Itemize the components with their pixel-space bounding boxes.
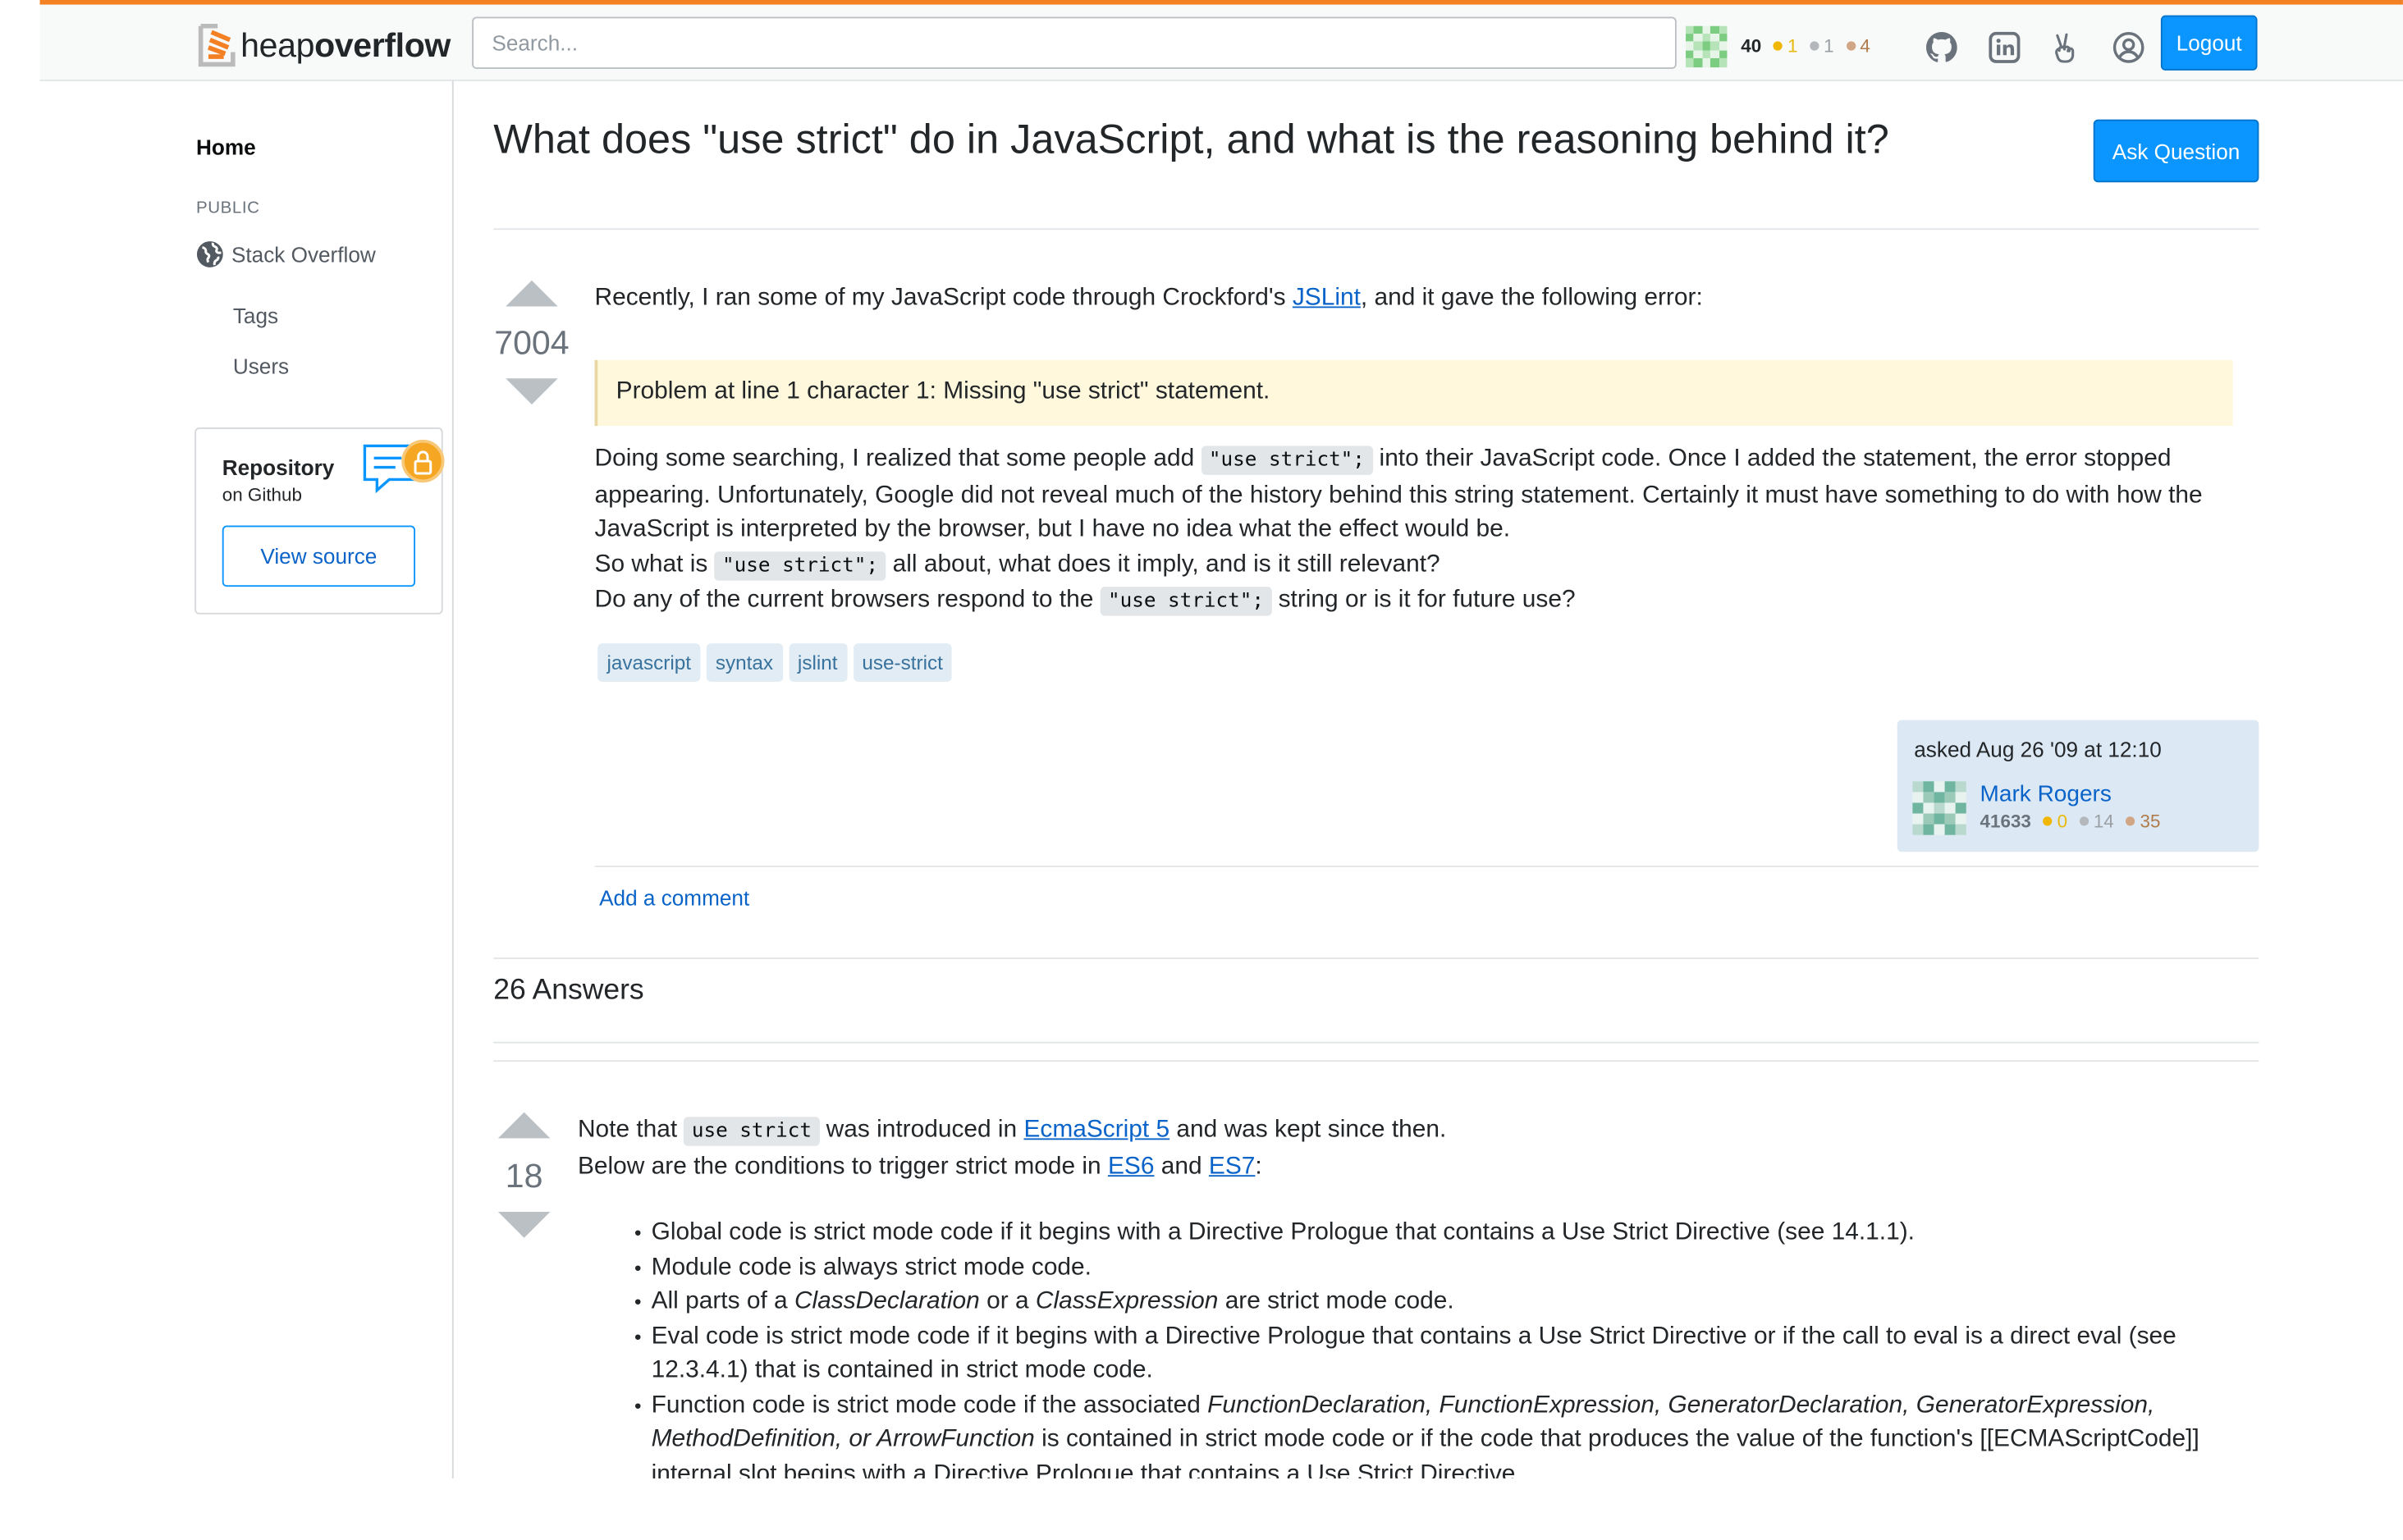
top-bar: heapoverflow 40 1 1 4 <box>39 0 2403 81</box>
nav-stack-overflow[interactable]: Stack Overflow <box>196 240 376 268</box>
user-avatar[interactable] <box>1686 25 1728 67</box>
logout-button[interactable]: Logout <box>2160 15 2258 71</box>
answer-vote-cell: 18 <box>493 1112 555 1238</box>
question-body: Doing some searching, I realized that so… <box>595 443 2250 620</box>
list-item: Function code is strict mode code if the… <box>634 1389 2237 1492</box>
nav-home[interactable]: Home <box>196 135 256 159</box>
nav-tags[interactable]: Tags <box>233 304 278 328</box>
user-circle-icon[interactable] <box>2112 30 2145 64</box>
owner-bronze-badges: 35 <box>2126 811 2160 832</box>
tag-jslint[interactable]: jslint <box>788 643 847 682</box>
question-paragraph: Doing some searching, I realized that so… <box>594 446 2203 543</box>
left-sidebar: Home PUBLIC Stack Overflow Tags Users Re… <box>40 80 454 1478</box>
page: heapoverflow 40 1 1 4 <box>0 0 2403 1540</box>
list-item: All parts of a ClassDeclaration or a Cla… <box>634 1286 2237 1320</box>
view-source-button[interactable]: View source <box>222 525 416 587</box>
divider <box>493 228 2259 231</box>
github-icon[interactable] <box>1925 30 1958 64</box>
inline-code: use strict <box>684 1117 820 1146</box>
inline-code: "use strict"; <box>714 551 886 580</box>
silver-badge-count: 1 <box>1810 35 1834 57</box>
answers-count-heading: 26 Answers <box>493 974 644 1007</box>
question-owner-card: asked Aug 26 '09 at 12:10 Mark Rogers 41… <box>1897 720 2259 852</box>
list-item: Global code is strict mode code if it be… <box>634 1217 2237 1251</box>
owner-silver-badges: 14 <box>2080 811 2114 832</box>
inline-code: "use strict"; <box>1201 446 1373 475</box>
divider <box>493 1041 2259 1044</box>
repository-card: Repository on Github View source <box>195 427 445 615</box>
answer-upvote-button[interactable] <box>497 1112 551 1139</box>
ask-question-button[interactable]: Ask Question <box>2093 119 2259 183</box>
question-vote-cell: 7004 <box>493 280 570 404</box>
question-title[interactable]: What does "use strict" do in JavaScript,… <box>493 117 1888 164</box>
list-item: Eval code is strict mode code if it begi… <box>634 1320 2237 1389</box>
repository-title: Repository <box>222 455 335 480</box>
question-paragraph: Do any of the current browsers respond t… <box>595 583 2250 619</box>
ecmascript5-link[interactable]: EcmaScript 5 <box>1023 1117 1169 1143</box>
list-item: Module code is always strict mode code. <box>634 1251 2237 1286</box>
question-intro: Recently, I ran some of my JavaScript co… <box>594 285 1703 312</box>
upvote-button[interactable] <box>506 280 558 307</box>
inline-code: "use strict"; <box>1100 587 1272 616</box>
asked-timestamp: asked Aug 26 '09 at 12:10 <box>1914 737 2162 762</box>
user-summary[interactable]: 40 1 1 4 <box>1686 25 1870 67</box>
repository-illustration-icon <box>363 439 445 494</box>
downvote-button[interactable] <box>506 378 558 404</box>
es6-link[interactable]: ES6 <box>1108 1153 1154 1179</box>
search-input[interactable] <box>472 16 1677 70</box>
globe-icon <box>196 241 223 267</box>
answer-downvote-button[interactable] <box>497 1212 551 1238</box>
logo-text: heapoverflow <box>240 25 451 65</box>
repository-subtitle: on Github <box>222 484 302 506</box>
es7-link[interactable]: ES7 <box>1209 1153 1255 1179</box>
hand-peace-icon[interactable] <box>2049 30 2083 64</box>
owner-stats: 41633 0 14 35 <box>1980 811 2161 832</box>
bronze-badge-count: 4 <box>1846 35 1870 57</box>
divider <box>594 866 2259 867</box>
divider <box>493 957 2259 959</box>
answer-paragraph: Below are the conditions to trigger stri… <box>577 1153 1262 1179</box>
bottom-crop <box>455 1478 2403 1540</box>
user-reputation: 40 <box>1741 34 1762 57</box>
tag-javascript[interactable]: javascript <box>597 643 701 682</box>
owner-avatar[interactable] <box>1912 781 1966 835</box>
answer-paragraph: Note that use strict was introduced in E… <box>578 1114 2248 1150</box>
site-logo[interactable]: heapoverflow <box>196 21 451 71</box>
stack-logo-icon <box>198 23 236 67</box>
answer-vote-count: 18 <box>505 1156 543 1195</box>
tag-use-strict[interactable]: use-strict <box>853 643 953 682</box>
answer-intro: Note that use strict was introduced in E… <box>578 1114 2248 1185</box>
owner-name-link[interactable]: Mark Rogers <box>1980 781 2112 807</box>
nav-stack-overflow-label: Stack Overflow <box>231 242 376 267</box>
linkedin-icon[interactable] <box>1988 30 2021 64</box>
nav-section-public: PUBLIC <box>196 199 260 218</box>
jslint-link[interactable]: JSLint <box>1293 285 1361 311</box>
nav-users[interactable]: Users <box>233 354 289 378</box>
add-comment-link[interactable]: Add a comment <box>599 885 749 910</box>
error-blockquote: Problem at line 1 character 1: Missing "… <box>594 359 2233 427</box>
question-tags: javascript syntax jslint use-strict <box>597 643 958 682</box>
question-vote-count: 7004 <box>494 323 570 362</box>
tag-syntax[interactable]: syntax <box>706 643 783 682</box>
owner-gold-badges: 0 <box>2043 811 2067 832</box>
divider <box>493 1060 2259 1062</box>
owner-reputation: 41633 <box>1980 810 2031 832</box>
question-paragraph: So what is "use strict"; all about, what… <box>595 548 2250 584</box>
strict-mode-conditions-list: Global code is strict mode code if it be… <box>634 1217 2237 1492</box>
gold-badge-count: 1 <box>1774 35 1797 57</box>
